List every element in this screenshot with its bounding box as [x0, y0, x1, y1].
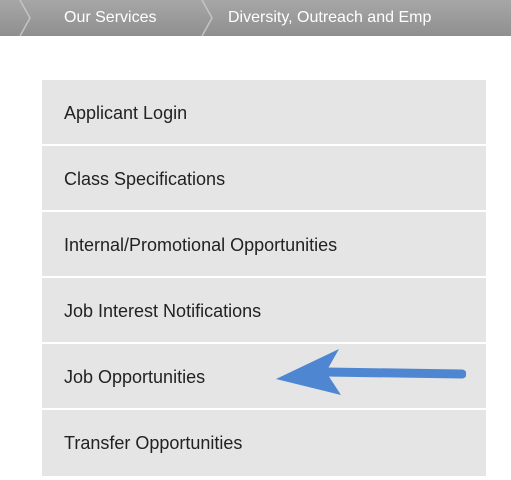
- breadcrumb-separator-icon: [200, 0, 214, 36]
- services-menu: Applicant Login Class Specifications Int…: [42, 80, 486, 476]
- menu-item-class-specifications[interactable]: Class Specifications: [42, 146, 486, 212]
- arrow-left-icon: [276, 349, 466, 395]
- breadcrumb-item-our-services[interactable]: Our Services: [64, 0, 156, 36]
- menu-item-internal-promotional-opportunities[interactable]: Internal/Promotional Opportunities: [42, 212, 486, 278]
- breadcrumb: Our Services Diversity, Outreach and Emp: [0, 0, 511, 36]
- menu-item-transfer-opportunities[interactable]: Transfer Opportunities: [42, 410, 486, 476]
- menu-item-job-interest-notifications[interactable]: Job Interest Notifications: [42, 278, 486, 344]
- breadcrumb-item-diversity[interactable]: Diversity, Outreach and Emp: [228, 0, 431, 36]
- breadcrumb-separator-icon: [18, 0, 32, 36]
- menu-item-applicant-login[interactable]: Applicant Login: [42, 80, 486, 146]
